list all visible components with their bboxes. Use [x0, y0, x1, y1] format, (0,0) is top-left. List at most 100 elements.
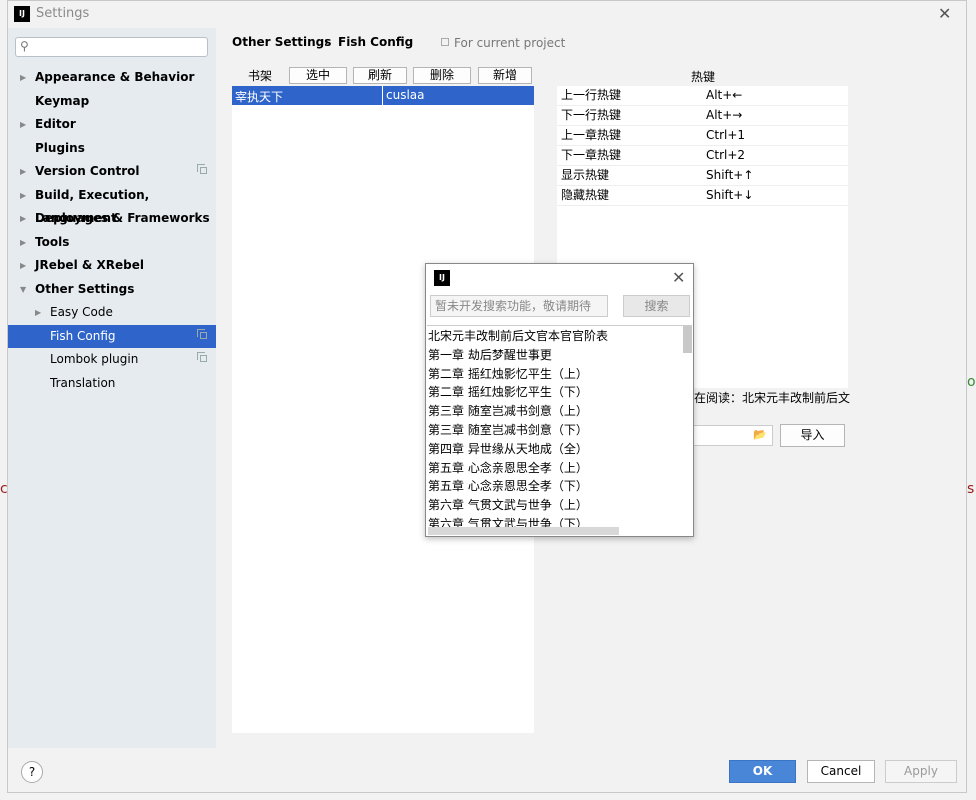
- chevron-right-icon[interactable]: ▶: [20, 184, 26, 207]
- close-icon[interactable]: ✕: [938, 4, 951, 23]
- sidebar-item-plugins[interactable]: Plugins: [8, 137, 216, 160]
- hotkey-key: Shift+↓: [706, 188, 754, 202]
- chapter-item[interactable]: 第五章 心念亲恩思全孝（下）: [428, 477, 683, 496]
- project-scope-label: For current project: [454, 36, 566, 50]
- sidebar-item-label: Keymap: [35, 94, 90, 108]
- hotkey-row[interactable]: 隐藏热键 Shift+↓: [557, 186, 848, 206]
- sidebar-item-label: Tools: [35, 235, 70, 249]
- hotkey-row[interactable]: 上一行热键 Alt+←: [557, 86, 848, 106]
- chapter-item[interactable]: 第五章 心念亲恩思全孝（上）: [428, 459, 683, 478]
- sidebar-item-jrebel-xrebel[interactable]: ▶ JRebel & XRebel: [8, 254, 216, 277]
- chevron-right-icon[interactable]: ▶: [20, 231, 26, 254]
- sidebar-item-translation[interactable]: Translation: [8, 372, 216, 395]
- chapter-item[interactable]: 第六章 气贯文武与世争（上）: [428, 496, 683, 515]
- sidebar-item-fish-config[interactable]: Fish Config: [8, 325, 216, 348]
- sidebar-item-label: Lombok plugin: [50, 352, 139, 366]
- chapter-item[interactable]: 第二章 摇红烛影忆平生（上）: [428, 365, 683, 384]
- cancel-button[interactable]: Cancel: [807, 760, 875, 783]
- hotkey-name: 上一章热键: [561, 128, 622, 142]
- hotkeys-title: 热键: [691, 70, 716, 84]
- chevron-right-icon[interactable]: ▶: [20, 66, 26, 89]
- hotkey-row[interactable]: 下一行热键 Alt+→: [557, 106, 848, 126]
- chapter-item[interactable]: 第一章 劫后梦醒世事更: [428, 346, 683, 365]
- popup-app-icon: IJ: [434, 270, 450, 286]
- sidebar-item-label: Other Settings: [35, 282, 135, 296]
- hotkey-name: 显示热键: [561, 168, 610, 182]
- sidebar-item-languages-frameworks[interactable]: ▶ Languages & Frameworks: [8, 207, 216, 230]
- chapter-item[interactable]: 第三章 随室岂减书剑意（下）: [428, 421, 683, 440]
- project-scope-icon: [197, 164, 207, 174]
- background-editor-fragment: o: [967, 374, 976, 390]
- sidebar-item-other-settings[interactable]: ▼ Other Settings: [8, 278, 216, 301]
- sidebar-item-label: Translation: [50, 376, 116, 390]
- chapter-item[interactable]: 北宋元丰改制前后文官本官官阶表: [428, 327, 683, 346]
- window-title: Settings: [36, 6, 90, 21]
- chevron-right-icon[interactable]: ▶: [20, 160, 26, 183]
- sidebar-item-build-execution-deployment[interactable]: ▶ Build, Execution, Deployment: [8, 184, 216, 225]
- delete-button[interactable]: 删除: [413, 67, 471, 84]
- hotkey-name: 上一行热键: [561, 88, 622, 102]
- sidebar-item-lombok-plugin[interactable]: Lombok plugin: [8, 348, 216, 371]
- help-button[interactable]: ?: [21, 761, 43, 783]
- column-divider: [382, 86, 383, 105]
- sidebar-item-label: Editor: [35, 117, 76, 131]
- chevron-right-icon[interactable]: ▶: [20, 254, 26, 277]
- breadcrumb-parent[interactable]: Other Settings: [232, 35, 331, 49]
- hotkey-row[interactable]: 显示热键 Shift+↑: [557, 166, 848, 186]
- sidebar-item-version-control[interactable]: ▶ Version Control: [8, 160, 216, 183]
- file-path-field[interactable]: 📂: [692, 425, 773, 446]
- search-icon: ⚲: [20, 39, 29, 53]
- divider: [427, 325, 692, 326]
- chapter-search-button[interactable]: 搜索: [623, 295, 690, 317]
- sidebar-item-editor[interactable]: ▶ Editor: [8, 113, 216, 136]
- hotkey-key: Ctrl+2: [706, 148, 746, 162]
- select-button[interactable]: 选中: [289, 67, 347, 84]
- sidebar-item-easy-code[interactable]: ▶ Easy Code: [8, 301, 216, 324]
- sidebar-item-keymap[interactable]: Keymap: [8, 90, 216, 113]
- horizontal-scrollbar[interactable]: [428, 527, 619, 535]
- vertical-scrollbar[interactable]: [683, 326, 692, 353]
- breadcrumb-separator: ›: [324, 35, 329, 49]
- hotkey-name: 隐藏热键: [561, 188, 610, 202]
- folder-icon[interactable]: 📂: [753, 428, 767, 441]
- add-button[interactable]: 新增: [478, 67, 532, 84]
- ok-button[interactable]: OK: [729, 760, 796, 783]
- bookshelf-label: 书架: [248, 69, 273, 83]
- sidebar-item-label: Languages & Frameworks: [35, 211, 210, 225]
- book-author-cell: cuslaa: [386, 88, 425, 102]
- sidebar-item-label: Easy Code: [50, 305, 113, 319]
- project-scope-icon: [197, 352, 207, 362]
- hotkey-key: Shift+↑: [706, 168, 754, 182]
- chevron-right-icon[interactable]: ▶: [20, 207, 26, 230]
- apply-button[interactable]: Apply: [885, 760, 957, 783]
- chapter-search-input[interactable]: 暂未开发搜索功能，敬请期待: [430, 295, 608, 317]
- import-button[interactable]: 导入: [780, 424, 845, 447]
- sidebar-item-label: Plugins: [35, 141, 85, 155]
- background-editor-fragment: c: [0, 481, 8, 497]
- hotkey-row[interactable]: 上一章热键 Ctrl+1: [557, 126, 848, 146]
- sidebar-item-label: JRebel & XRebel: [35, 258, 144, 272]
- hotkey-row[interactable]: 下一章热键 Ctrl+2: [557, 146, 848, 166]
- chapter-item[interactable]: 第三章 随室岂减书剑意（上）: [428, 402, 683, 421]
- chapter-item[interactable]: 第二章 摇红烛影忆平生（下）: [428, 383, 683, 402]
- reading-status: 在阅读：北宋元丰改制前后文: [694, 391, 851, 405]
- search-input[interactable]: ⚲: [15, 37, 208, 57]
- sidebar-item-label: Appearance & Behavior: [35, 70, 195, 84]
- refresh-button[interactable]: 刷新: [353, 67, 407, 84]
- table-row[interactable]: 宰执天下 cuslaa: [232, 86, 534, 105]
- sidebar-item-label: Version Control: [35, 164, 140, 178]
- chevron-right-icon[interactable]: ▶: [20, 113, 26, 136]
- hotkey-key: Ctrl+1: [706, 128, 746, 142]
- chapter-item[interactable]: 第四章 异世缘从天地成（全）: [428, 440, 683, 459]
- popup-close-icon[interactable]: ✕: [672, 268, 685, 287]
- hotkey-name: 下一行热键: [561, 108, 622, 122]
- chevron-down-icon[interactable]: ▼: [20, 278, 26, 301]
- app-icon: IJ: [14, 6, 30, 22]
- chevron-right-icon[interactable]: ▶: [35, 301, 41, 324]
- hotkey-key: Alt+←: [706, 88, 743, 102]
- sidebar-item-label: Fish Config: [50, 329, 116, 343]
- sidebar-item-appearance-behavior[interactable]: ▶ Appearance & Behavior: [8, 66, 216, 89]
- sidebar-item-tools[interactable]: ▶ Tools: [8, 231, 216, 254]
- project-scope-icon: [441, 38, 449, 46]
- project-scope-icon: [197, 329, 207, 339]
